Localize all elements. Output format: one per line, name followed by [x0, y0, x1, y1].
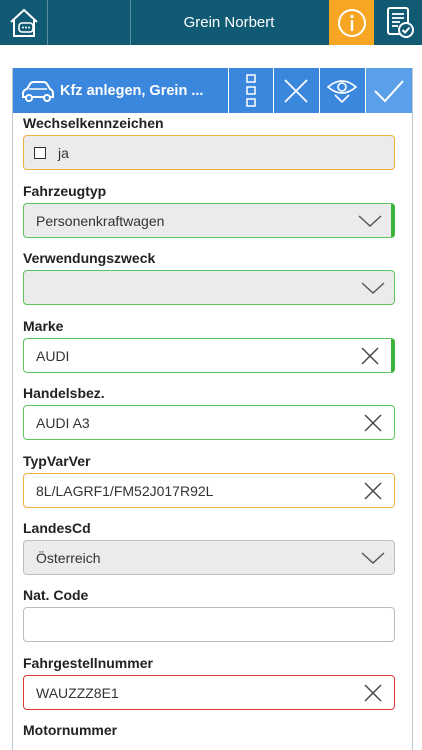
wechselkennzeichen-field[interactable]: ja	[23, 135, 395, 170]
divider	[47, 0, 48, 45]
document-check-icon	[386, 6, 414, 38]
handelsbez-value: AUDI A3	[36, 414, 90, 431]
vehicle-form-card: Kfz anlegen, Grein ... Wechselkennzeiche…	[12, 68, 413, 750]
home-chat-icon	[9, 8, 38, 37]
clear-icon[interactable]	[357, 339, 383, 372]
marke-value: AUDI	[36, 347, 70, 364]
car-icon-wrapper	[17, 68, 59, 113]
info-button[interactable]	[329, 0, 374, 45]
fahrzeugtyp-label: Fahrzeugtyp	[23, 183, 107, 199]
fahrzeugtyp-select[interactable]: Personenkraftwagen	[23, 203, 395, 238]
handelsbez-label: Handelsbez.	[23, 385, 105, 401]
natcode-label: Nat. Code	[23, 587, 89, 603]
chevron-down-icon	[360, 541, 386, 574]
landescd-label: LandesCd	[23, 520, 91, 536]
close-icon	[284, 78, 308, 103]
top-bar: Grein Norbert	[0, 0, 422, 45]
vertical-dots-icon	[246, 73, 256, 107]
preview-button[interactable]	[319, 68, 364, 113]
typvarver-label: TypVarVer	[23, 453, 91, 469]
user-name: Grein Norbert	[183, 14, 275, 31]
wechselkennzeichen-checkbox[interactable]	[34, 146, 46, 159]
fahrzeugtyp-value: Personenkraftwagen	[36, 212, 165, 229]
home-button[interactable]	[0, 0, 47, 45]
chevron-down-icon	[360, 271, 386, 304]
typvarver-input[interactable]: 8L/LAGRF1/FM52J017R92L	[23, 473, 395, 508]
fahrgestellnummer-label: Fahrgestellnummer	[23, 655, 153, 671]
card-title: Kfz anlegen, Grein ...	[60, 82, 204, 99]
verwendungszweck-select[interactable]	[23, 270, 395, 305]
car-icon	[22, 80, 54, 102]
menu-button[interactable]	[228, 68, 273, 113]
marke-label: Marke	[23, 318, 64, 334]
typvarver-value: 8L/LAGRF1/FM52J017R92L	[36, 482, 214, 499]
motornummer-label: Motornummer	[23, 722, 118, 738]
card-header: Kfz anlegen, Grein ...	[13, 68, 412, 113]
landescd-value: Österreich	[36, 549, 101, 566]
natcode-input[interactable]	[23, 607, 395, 642]
clear-icon[interactable]	[360, 474, 386, 507]
marke-input[interactable]: AUDI	[23, 338, 395, 373]
chevron-down-icon	[357, 204, 383, 237]
clear-icon[interactable]	[360, 406, 386, 439]
confirm-button[interactable]	[365, 68, 412, 113]
handelsbez-input[interactable]: AUDI A3	[23, 405, 395, 440]
fahrgestellnummer-input[interactable]: WAUZZZ8E1	[23, 675, 395, 710]
checkmark-icon	[374, 79, 404, 102]
fahrgestellnummer-value: WAUZZZ8E1	[36, 684, 119, 701]
close-button[interactable]	[273, 68, 318, 113]
eye-icon	[326, 79, 358, 103]
verwendungszweck-label: Verwendungszweck	[23, 250, 156, 266]
landescd-select[interactable]: Österreich	[23, 540, 395, 575]
info-icon	[337, 8, 366, 37]
clear-icon[interactable]	[360, 676, 386, 709]
documents-button[interactable]	[375, 0, 422, 45]
wechselkennzeichen-label: Wechselkennzeichen	[23, 115, 164, 131]
wechselkennzeichen-value: ja	[58, 144, 69, 161]
